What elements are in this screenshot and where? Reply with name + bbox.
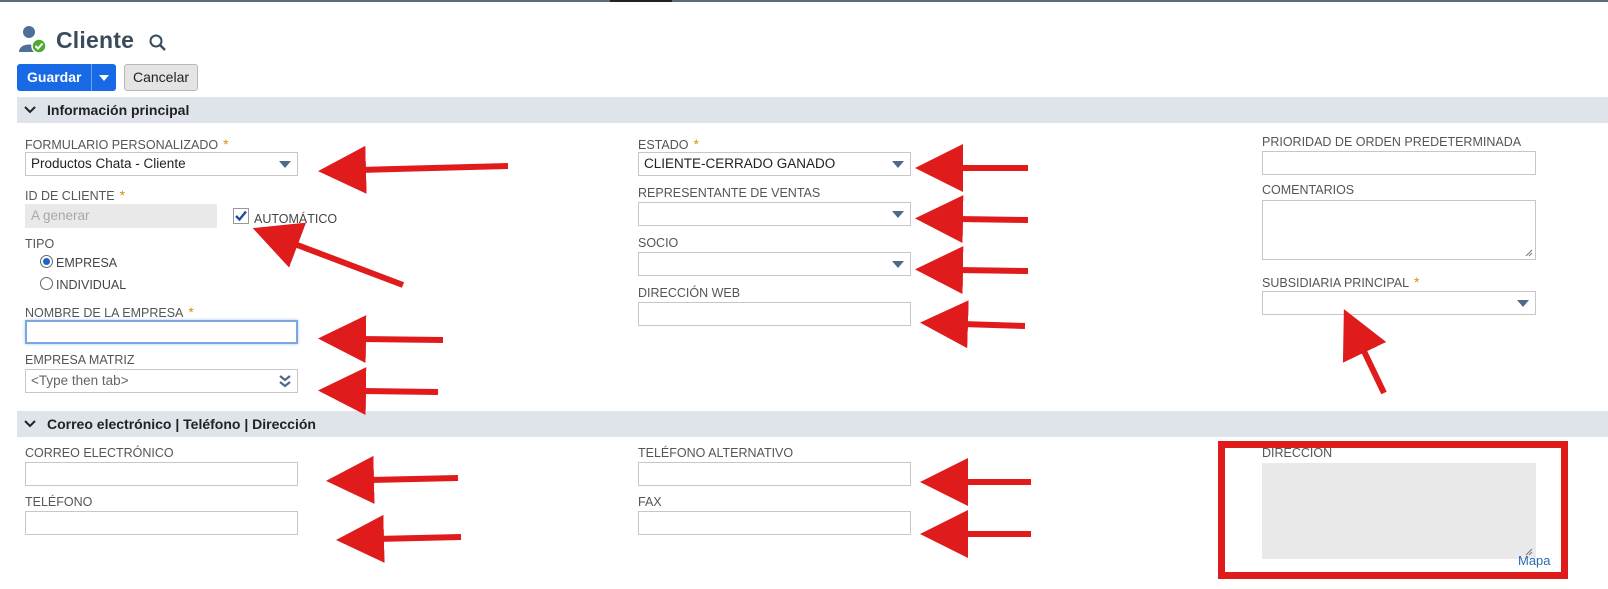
customer-id-label: ID DE CLIENTE *	[25, 187, 126, 203]
save-button[interactable]: Guardar	[17, 64, 92, 91]
customer-id-input[interactable]: A generar	[25, 204, 217, 228]
comments-label: COMENTARIOS	[1262, 183, 1355, 197]
sales-rep-select[interactable]	[638, 202, 911, 226]
annotation-arrow	[318, 367, 439, 416]
page-header: Cliente	[18, 24, 168, 56]
comments-textarea[interactable]	[1262, 200, 1536, 260]
company-name-input[interactable]	[25, 320, 298, 344]
parent-company-input[interactable]: <Type then tab>	[25, 369, 298, 393]
section-contact[interactable]: Correo electrónico | Teléfono | Direcció…	[17, 411, 1608, 437]
auto-id-label: AUTOMÁTICO	[254, 212, 338, 226]
section-title: Información principal	[47, 102, 190, 118]
search-icon[interactable]	[148, 33, 168, 53]
annotation-arrow	[326, 455, 459, 504]
dropdown-arrow-icon	[1517, 300, 1529, 307]
annotation-arrow	[915, 246, 1029, 295]
status-select[interactable]: CLIENTE-CERRADO GANADO	[638, 152, 911, 176]
save-button-group: Guardar	[17, 64, 117, 91]
type-radio-company[interactable]	[40, 255, 53, 268]
dropdown-arrow-icon	[279, 161, 291, 168]
annotation-arrow	[336, 514, 462, 563]
annotation-arrow	[252, 222, 405, 288]
annotation-arrow	[920, 300, 1026, 349]
partner-label: SOCIO	[638, 236, 679, 250]
annotation-arrow	[318, 315, 444, 364]
chevron-down-icon	[17, 420, 43, 428]
custom-form-label: FORMULARIO PERSONALIZADO *	[25, 136, 229, 152]
top-accent-notch	[610, 0, 672, 2]
type-label: TIPO	[25, 237, 55, 251]
company-name-label: NOMBRE DE LA EMPRESA *	[25, 304, 194, 320]
type-option-company: EMPRESA	[56, 256, 118, 270]
section-main-info[interactable]: Información principal	[17, 97, 1608, 123]
chevron-down-icon	[17, 106, 43, 114]
checkmark-icon	[235, 210, 247, 222]
annotation-arrow	[915, 195, 1029, 244]
save-options-button[interactable]	[91, 64, 117, 91]
annotation-arrow	[318, 145, 509, 194]
order-priority-input[interactable]	[1262, 151, 1536, 175]
annotation-arrow	[1342, 309, 1387, 395]
top-accent-bar	[0, 0, 1608, 2]
auto-id-checkbox[interactable]	[233, 208, 249, 224]
cancel-button[interactable]: Cancelar	[124, 64, 199, 91]
alt-phone-label: TELÉFONO ALTERNATIVO	[638, 446, 794, 460]
partner-select[interactable]	[638, 252, 911, 276]
page-title: Cliente	[56, 26, 135, 53]
alt-phone-input[interactable]	[638, 462, 911, 486]
web-address-input[interactable]	[638, 302, 911, 326]
annotation-highlight-box	[1218, 441, 1568, 579]
order-priority-label: PRIORIDAD DE ORDEN PREDETERMINADA	[1262, 135, 1522, 149]
email-label: CORREO ELECTRÓNICO	[25, 446, 174, 460]
subsidiary-label: SUBSIDIARIA PRINCIPAL *	[1262, 274, 1420, 290]
status-label: ESTADO *	[638, 136, 699, 152]
custom-form-select[interactable]: Productos Chata - Cliente	[25, 152, 298, 176]
phone-label: TELÉFONO	[25, 495, 93, 509]
double-chevron-down-icon	[279, 375, 291, 388]
phone-input[interactable]	[25, 511, 298, 535]
dropdown-arrow-icon	[892, 211, 904, 218]
sales-rep-label: REPRESENTANTE DE VENTAS	[638, 186, 821, 200]
fax-label: FAX	[638, 495, 662, 509]
section-title: Correo electrónico | Teléfono | Direcció…	[47, 416, 316, 432]
chevron-down-icon	[99, 74, 110, 81]
resize-grip-icon[interactable]	[1525, 249, 1533, 257]
parent-company-label: EMPRESA MATRIZ	[25, 353, 135, 367]
fax-input[interactable]	[638, 511, 911, 535]
type-radio-individual[interactable]	[40, 277, 53, 290]
type-option-individual: INDIVIDUAL	[56, 278, 127, 292]
customer-icon	[18, 24, 48, 56]
dropdown-arrow-icon	[892, 161, 904, 168]
subsidiary-select[interactable]	[1262, 291, 1536, 315]
dropdown-arrow-icon	[892, 261, 904, 268]
web-address-label: DIRECCIÓN WEB	[638, 286, 741, 300]
email-input[interactable]	[25, 462, 298, 486]
